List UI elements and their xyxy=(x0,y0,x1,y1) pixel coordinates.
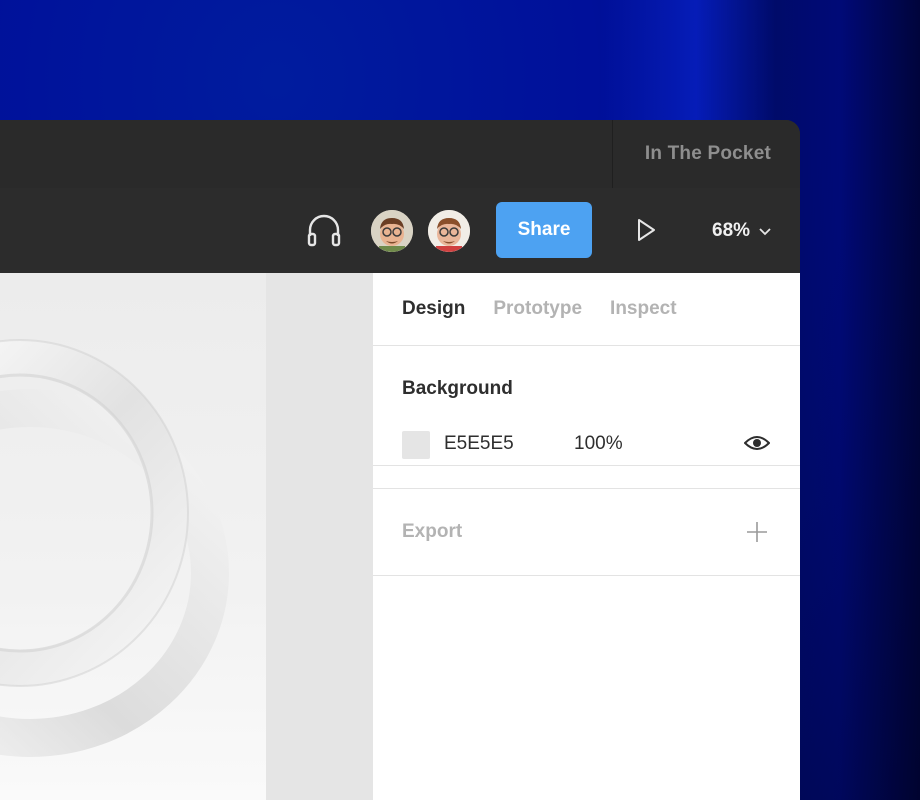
avatar[interactable] xyxy=(426,208,472,254)
divider xyxy=(373,345,800,346)
chevron-down-icon xyxy=(759,227,771,235)
divider xyxy=(373,465,800,466)
play-icon[interactable] xyxy=(632,216,660,244)
avatar[interactable] xyxy=(369,208,415,254)
team-name[interactable]: In The Pocket xyxy=(645,120,771,188)
eye-icon[interactable] xyxy=(744,433,770,453)
divider xyxy=(373,488,800,489)
title-divider xyxy=(612,120,613,188)
canvas[interactable] xyxy=(0,273,373,800)
toolbar: Share 68% xyxy=(0,188,800,273)
tab-design[interactable]: Design xyxy=(402,298,465,320)
plus-icon[interactable] xyxy=(746,521,768,543)
zoom-dropdown[interactable]: 68% xyxy=(712,188,772,273)
tab-inspect[interactable]: Inspect xyxy=(610,298,677,320)
avatar-memoji xyxy=(428,210,470,252)
avatar-memoji xyxy=(371,210,413,252)
title-bar: In The Pocket xyxy=(0,120,800,189)
zoom-label: 68% xyxy=(712,220,751,241)
properties-panel: Design Prototype Inspect Background E5E5… xyxy=(373,273,800,800)
background-color-swatch[interactable] xyxy=(402,431,430,459)
canvas-frame[interactable] xyxy=(0,273,266,800)
background-hex-value[interactable]: E5E5E5 xyxy=(444,433,514,455)
share-button[interactable]: Share xyxy=(496,202,592,258)
ring-artwork xyxy=(0,339,229,757)
tab-prototype[interactable]: Prototype xyxy=(493,298,582,320)
background-section-title: Background xyxy=(402,378,513,399)
divider xyxy=(373,575,800,576)
background-opacity-value[interactable]: 100% xyxy=(574,433,623,455)
app-window: In The Pocket Share 68% Design Prototype… xyxy=(0,120,800,800)
headphones-icon[interactable] xyxy=(305,212,343,248)
export-section-title: Export xyxy=(402,521,463,542)
panel-tabs: Design Prototype Inspect xyxy=(402,273,677,345)
